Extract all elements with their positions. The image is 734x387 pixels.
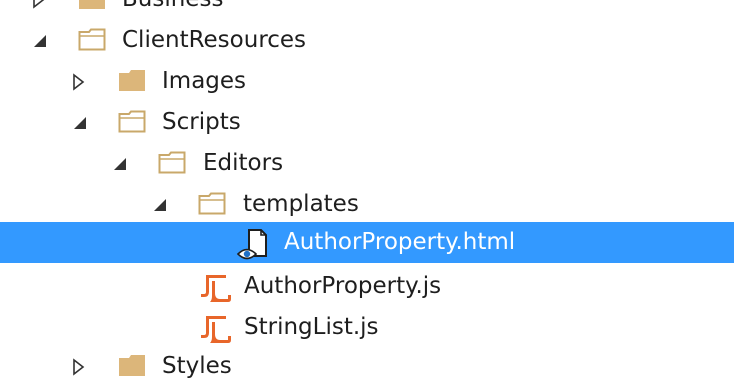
tree-item-label: Editors (203, 150, 284, 176)
tree-item-label: ClientResources (122, 27, 307, 53)
tree-item-templates[interactable]: templates (0, 184, 734, 225)
tree-item-label: Business (122, 0, 223, 20)
tree-item-stringlist-js[interactable]: StringList.js (0, 307, 734, 348)
tree-item-clientresources[interactable]: ClientResources (0, 20, 734, 61)
tree-item-label: AuthorProperty.js (244, 273, 442, 299)
folder-closed-icon (118, 61, 154, 102)
js-file-icon (198, 307, 234, 348)
tree-item-images[interactable]: Images (0, 61, 734, 102)
folder-open-icon (118, 102, 154, 143)
collapse-arrow-icon[interactable] (28, 20, 52, 61)
collapse-arrow-icon[interactable] (108, 143, 132, 184)
tree-item-scripts[interactable]: Scripts (0, 102, 734, 143)
folder-open-icon (158, 143, 194, 184)
tree-item-label: Scripts (162, 109, 241, 135)
js-file-icon (198, 266, 234, 307)
folder-closed-icon (78, 0, 114, 20)
collapse-arrow-icon[interactable] (148, 184, 172, 225)
expand-arrow-icon[interactable] (28, 0, 52, 20)
tree-item-editors[interactable]: Editors (0, 143, 734, 184)
tree-item-label: Images (162, 68, 247, 94)
collapse-arrow-icon[interactable] (68, 102, 92, 143)
html-file-icon (236, 222, 272, 263)
tree-item-business[interactable]: Business (0, 0, 734, 20)
folder-open-icon (78, 20, 114, 61)
expand-arrow-icon[interactable] (68, 61, 92, 102)
tree-item-label: templates (243, 191, 359, 217)
tree-item-label: StringList.js (244, 314, 379, 340)
tree-item-authorproperty-html[interactable]: AuthorProperty.html (0, 222, 734, 263)
tree-item-authorproperty-js[interactable]: AuthorProperty.js (0, 266, 734, 307)
folder-open-icon (198, 184, 234, 225)
tree-item-label: AuthorProperty.html (284, 229, 516, 255)
